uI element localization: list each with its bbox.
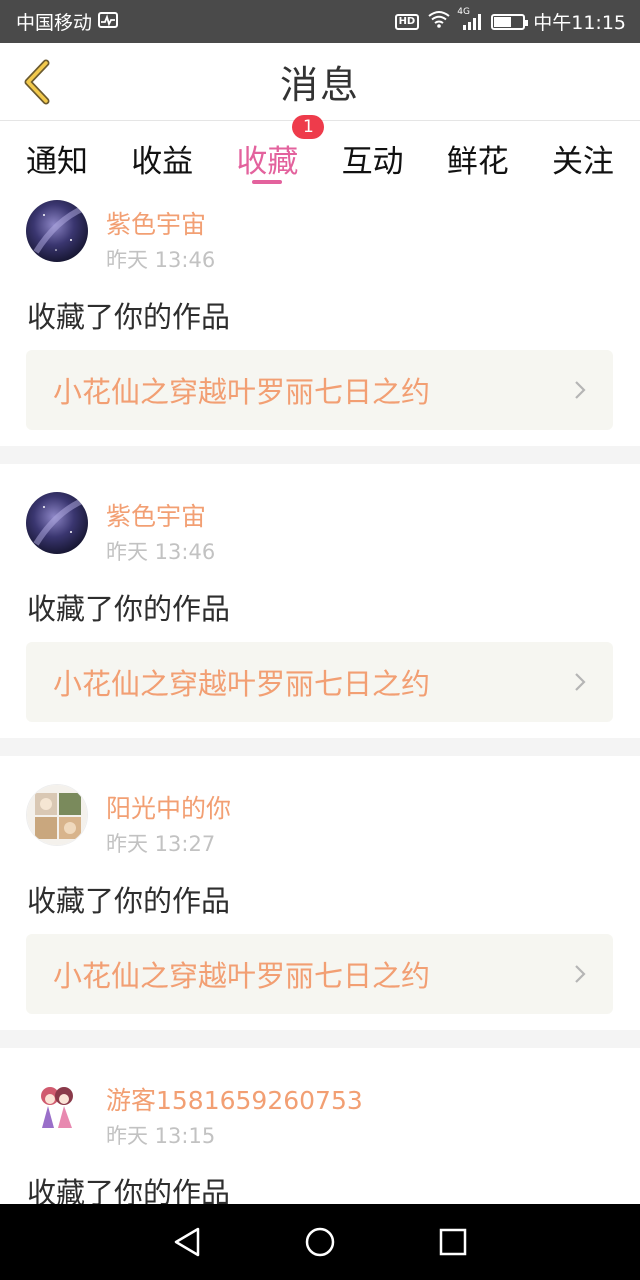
message-card: 紫色宇宙 昨天 13:46 收藏了你的作品 小花仙之穿越叶罗丽七日之约: [0, 192, 640, 446]
hd-icon: HD: [394, 13, 420, 30]
nav-home-button[interactable]: [295, 1217, 345, 1267]
chevron-right-icon: [573, 379, 587, 401]
action-text: 收藏了你的作品: [27, 592, 231, 626]
network-type-label: 4G: [457, 6, 470, 17]
avatar[interactable]: [26, 1076, 88, 1138]
divider: [0, 446, 640, 464]
system-nav-bar: [0, 1204, 640, 1280]
avatar[interactable]: [26, 200, 88, 262]
action-text: 收藏了你的作品: [27, 300, 231, 334]
tab-label: 鲜花: [446, 144, 509, 180]
tab-interactions[interactable]: 互动: [342, 122, 404, 192]
tab-flowers[interactable]: 鲜花: [447, 122, 509, 192]
work-link[interactable]: 小花仙之穿越叶罗丽七日之约: [26, 350, 613, 430]
signal-icon: 4G: [457, 7, 483, 31]
tab-bar: 通知 收益 收藏 1 互动 鲜花 关注: [0, 115, 640, 192]
message-card: 阳光中的你 昨天 13:27 收藏了你的作品 小花仙之穿越叶罗丽七日之约: [0, 756, 640, 1030]
tab-label: 收藏: [236, 144, 299, 180]
status-right: HD 4G 中午11:15: [394, 7, 626, 35]
tab-earnings[interactable]: 收益: [131, 122, 193, 192]
timestamp: 昨天 13:46: [106, 540, 216, 564]
wifi-icon: [427, 10, 451, 33]
work-title: 小花仙之穿越叶罗丽七日之约: [53, 667, 431, 701]
chevron-left-icon: [24, 59, 50, 105]
divider: [0, 1030, 640, 1048]
tab-label: 收益: [131, 144, 194, 180]
message-card: 游客1581659260753 昨天 13:15 收藏了你的作品: [0, 1048, 640, 1204]
square-recents-icon: [440, 1228, 467, 1256]
work-link[interactable]: 小花仙之穿越叶罗丽七日之约: [26, 642, 613, 722]
unread-badge: 1: [292, 115, 325, 139]
circle-home-icon: [305, 1227, 335, 1257]
nav-back-button[interactable]: [162, 1217, 212, 1267]
message-card: 紫色宇宙 昨天 13:46 收藏了你的作品 小花仙之穿越叶罗丽七日之约: [0, 464, 640, 738]
tab-notifications[interactable]: 通知: [26, 122, 88, 192]
work-title: 小花仙之穿越叶罗丽七日之约: [53, 375, 431, 409]
tab-favorites[interactable]: 收藏 1: [236, 115, 325, 192]
tab-label: 互动: [341, 144, 404, 180]
battery-icon: [491, 13, 529, 30]
clock: 中午11:15: [533, 12, 626, 34]
username[interactable]: 阳光中的你: [106, 789, 231, 825]
username[interactable]: 紫色宇宙: [106, 497, 206, 533]
chevron-right-icon: [573, 671, 587, 693]
avatar[interactable]: [26, 784, 88, 846]
avatar[interactable]: [26, 492, 88, 554]
activity-icon: [98, 11, 119, 33]
message-list: 紫色宇宙 昨天 13:46 收藏了你的作品 小花仙之穿越叶罗丽七日之约 紫色宇宙…: [0, 192, 640, 1204]
header: 消息: [0, 43, 640, 121]
timestamp: 昨天 13:15: [106, 1124, 216, 1148]
chevron-right-icon: [573, 963, 587, 985]
triangle-back-icon: [174, 1227, 199, 1257]
status-bar: 中国移动 HD 4G 中午11:15: [0, 0, 640, 43]
action-text: 收藏了你的作品: [27, 884, 231, 918]
nav-recents-button[interactable]: [428, 1217, 478, 1267]
action-text: 收藏了你的作品: [27, 1176, 231, 1204]
active-tab-indicator: [252, 180, 283, 184]
battery-fill: [494, 16, 511, 27]
tab-following[interactable]: 关注: [552, 122, 614, 192]
username[interactable]: 游客1581659260753: [106, 1081, 363, 1117]
divider: [0, 738, 640, 756]
work-link[interactable]: 小花仙之穿越叶罗丽七日之约: [26, 934, 613, 1014]
work-title: 小花仙之穿越叶罗丽七日之约: [53, 959, 431, 993]
tab-label: 通知: [26, 144, 88, 180]
timestamp: 昨天 13:46: [106, 248, 216, 272]
timestamp: 昨天 13:27: [106, 832, 216, 856]
page-title: 消息: [279, 63, 360, 107]
tab-label: 关注: [551, 144, 614, 180]
status-left: 中国移动: [16, 8, 119, 35]
username[interactable]: 紫色宇宙: [106, 205, 206, 241]
carrier-label: 中国移动: [16, 12, 93, 34]
back-button[interactable]: [12, 55, 62, 109]
